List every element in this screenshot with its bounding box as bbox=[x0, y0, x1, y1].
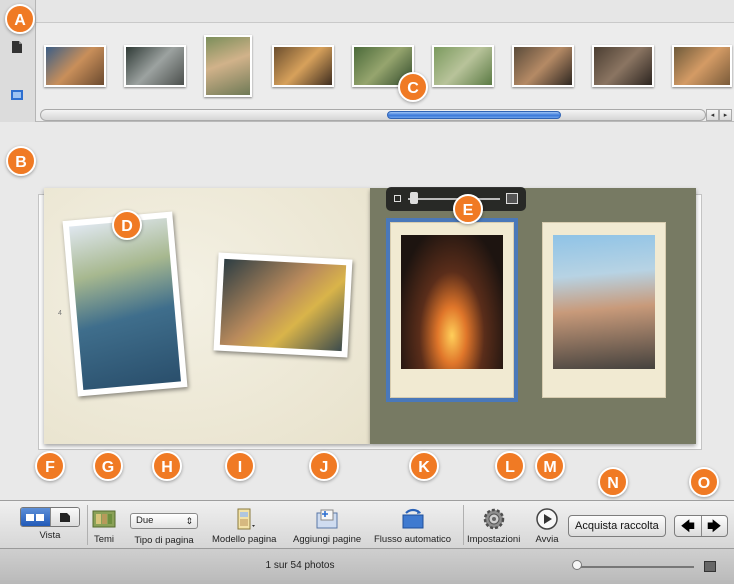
view-toggle[interactable] bbox=[20, 507, 80, 527]
avvia-button[interactable]: Avvia bbox=[533, 507, 561, 545]
photo-thumbnail[interactable] bbox=[124, 45, 186, 87]
right-page[interactable] bbox=[370, 188, 696, 444]
annotation-marker: D bbox=[112, 210, 142, 240]
tipo-pagina-control: Due Tipo di pagina bbox=[130, 513, 198, 546]
annotation-marker: A bbox=[5, 4, 35, 34]
impostazioni-button[interactable]: Impostazioni bbox=[467, 507, 520, 545]
aggiungi-pagine-label: Aggiungi pagine bbox=[293, 534, 362, 545]
scroll-left-icon[interactable]: ◂ bbox=[706, 109, 719, 121]
left-page[interactable]: 4 bbox=[44, 188, 370, 444]
page-navigation: 🡄 🡆 bbox=[674, 515, 728, 537]
page-type-select[interactable]: Due bbox=[130, 513, 198, 529]
page-marker: 4 bbox=[58, 310, 62, 317]
photo-count: 1 sur 54 photos bbox=[265, 560, 335, 571]
modello-pagina-button[interactable]: Modello pagina bbox=[212, 507, 276, 545]
add-pages-icon bbox=[313, 507, 341, 531]
play-icon bbox=[533, 507, 561, 531]
annotation-marker: B bbox=[6, 146, 36, 176]
next-page-icon[interactable]: 🡆 bbox=[700, 516, 728, 536]
annotation-marker: E bbox=[453, 194, 483, 224]
status-bar: 1 sur 54 photos bbox=[0, 548, 734, 584]
photo-thumbnail[interactable] bbox=[432, 45, 494, 87]
gear-icon bbox=[480, 507, 508, 531]
book-photo-campfire[interactable] bbox=[386, 218, 518, 402]
annotation-marker: F bbox=[35, 451, 65, 481]
annotation-marker: L bbox=[495, 451, 525, 481]
book-layout-icon[interactable] bbox=[8, 86, 26, 104]
photo-strip-scrollbar[interactable] bbox=[40, 109, 706, 121]
book-workspace: 4 bbox=[0, 122, 734, 500]
zoom-small-icon bbox=[394, 195, 401, 202]
annotation-marker: N bbox=[598, 467, 628, 497]
size-slider-knob[interactable] bbox=[572, 560, 582, 570]
photo-thumbnail[interactable] bbox=[272, 45, 334, 87]
scroll-right-icon[interactable]: ▸ bbox=[719, 109, 732, 121]
photo-thumbnail[interactable] bbox=[672, 45, 732, 87]
page-layout-icon bbox=[230, 507, 258, 531]
acquista-raccolta-button[interactable]: Acquista raccolta bbox=[568, 515, 666, 537]
annotation-marker: G bbox=[93, 451, 123, 481]
themes-icon bbox=[90, 507, 118, 531]
modello-pagina-label: Modello pagina bbox=[212, 534, 277, 545]
temi-label: Temi bbox=[93, 534, 115, 545]
large-photo-icon bbox=[704, 561, 716, 572]
book-photo-man-in-water[interactable] bbox=[213, 252, 353, 358]
photo-browser-strip: ◂ ▸ bbox=[36, 22, 734, 122]
tipo-pagina-label: Tipo di pagina bbox=[134, 535, 194, 546]
temi-button[interactable]: Temi bbox=[90, 507, 118, 545]
two-page-view-icon[interactable] bbox=[21, 508, 50, 526]
annotation-marker: M bbox=[535, 451, 565, 481]
photo-thumbnail[interactable] bbox=[204, 35, 252, 97]
book-photo-friends[interactable] bbox=[542, 222, 666, 398]
annotation-marker: I bbox=[225, 451, 255, 481]
zoom-large-icon bbox=[506, 193, 518, 204]
scroll-arrows: ◂ ▸ bbox=[706, 109, 732, 121]
size-slider-track[interactable] bbox=[574, 566, 694, 568]
annotation-marker: H bbox=[152, 451, 182, 481]
photo-thumbnail[interactable] bbox=[512, 45, 574, 87]
photo-thumbnail[interactable] bbox=[592, 45, 654, 87]
zoom-slider-track[interactable] bbox=[408, 198, 500, 200]
autoflow-icon bbox=[399, 507, 427, 531]
avvia-label: Avvia bbox=[535, 534, 559, 545]
annotation-marker: K bbox=[409, 451, 439, 481]
vista-control: Vista bbox=[20, 507, 80, 541]
annotation-marker: J bbox=[309, 451, 339, 481]
bottom-toolbar: Vista Temi Due Tipo di pagina Modello pa… bbox=[0, 500, 734, 548]
single-page-view-icon[interactable] bbox=[49, 508, 79, 526]
page-icon[interactable] bbox=[8, 38, 26, 56]
annotation-marker: C bbox=[398, 72, 428, 102]
annotation-marker: O bbox=[689, 467, 719, 497]
flusso-automatico-button[interactable]: Flusso automatico bbox=[374, 507, 451, 545]
photo-thumbnail[interactable] bbox=[44, 45, 106, 87]
aggiungi-pagine-button[interactable]: Aggiungi pagine bbox=[293, 507, 361, 545]
flusso-automatico-label: Flusso automatico bbox=[374, 534, 452, 545]
vista-label: Vista bbox=[39, 530, 61, 541]
toolbar-divider bbox=[87, 505, 88, 545]
zoom-slider-knob[interactable] bbox=[410, 192, 418, 204]
scrollbar-thumb[interactable] bbox=[387, 111, 561, 119]
impostazioni-label: Impostazioni bbox=[467, 534, 521, 545]
toolbar-divider bbox=[463, 505, 464, 545]
previous-page-icon[interactable]: 🡄 bbox=[675, 516, 701, 536]
iphoto-book-editor: ◂ ▸ 4 A B C D E F G H I J K L M N O Vist… bbox=[0, 0, 734, 584]
